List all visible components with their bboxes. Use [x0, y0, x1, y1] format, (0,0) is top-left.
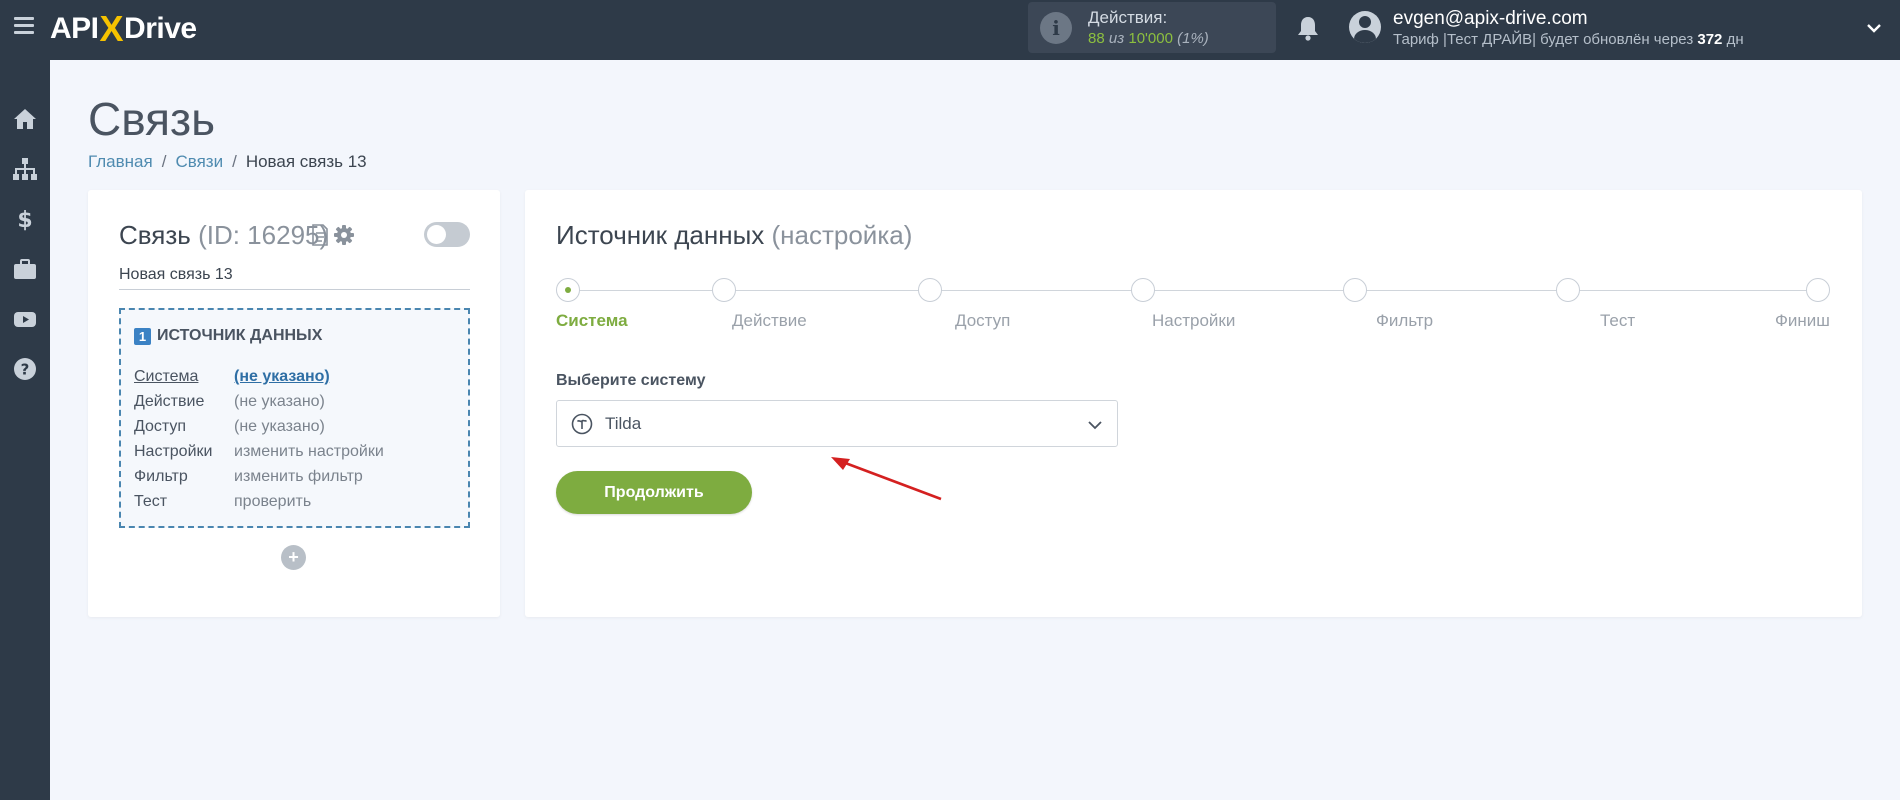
briefcase-icon[interactable] [12, 256, 38, 282]
step-label-finish[interactable]: Финиш [1775, 311, 1830, 331]
step-access[interactable] [918, 278, 942, 302]
toggle-knob [427, 225, 446, 244]
step-label-action[interactable]: Действие [732, 311, 807, 331]
logo-x: X [99, 8, 124, 49]
chevron-down-icon [1088, 421, 1102, 430]
youtube-icon[interactable] [12, 306, 38, 332]
chevron-down-icon[interactable] [1866, 20, 1882, 36]
svg-text:?: ? [21, 361, 30, 379]
step-filter[interactable] [1343, 278, 1367, 302]
info-icon: i [1040, 12, 1072, 44]
summary-key: Настройки [134, 443, 213, 460]
summary-key[interactable]: Система [134, 368, 234, 393]
home-icon[interactable] [12, 106, 38, 132]
step-action[interactable] [712, 278, 736, 302]
stepper-line [568, 290, 1818, 291]
step-label-system[interactable]: Система [556, 311, 628, 331]
annotation-arrow-icon [831, 457, 942, 501]
breadcrumb-current: Новая связь 13 [245, 152, 367, 171]
summary-value: изменить настройки [234, 443, 384, 460]
summary-key: Доступ [134, 418, 187, 435]
add-step-button[interactable]: + [281, 545, 306, 570]
tilda-logo-icon [571, 413, 593, 435]
source-settings-panel: Источник данных (настройка) Система Дейс… [525, 190, 1862, 617]
source-panel-title: Источник данных (настройка) [556, 220, 912, 251]
user-email[interactable]: evgen@apix-drive.com [1393, 8, 1588, 30]
breadcrumb-separator: / [232, 152, 237, 171]
step-number-badge: 1 [134, 327, 151, 345]
breadcrumb-separator: / [161, 152, 167, 171]
plan-days-unit: дн [1726, 31, 1744, 48]
bell-icon[interactable] [1296, 15, 1320, 41]
logo-prefix: API [50, 12, 99, 45]
connection-toggle[interactable] [424, 222, 470, 247]
selected-system: Tilda [605, 414, 642, 433]
help-icon[interactable]: ? [12, 356, 38, 382]
dollar-icon[interactable]: $ [12, 206, 38, 232]
actions-used: 88 [1088, 30, 1105, 47]
page-title: Связь [88, 93, 216, 145]
source-heading-text: ИСТОЧНИК ДАННЫХ [157, 327, 323, 344]
summary-row-settings: Настройки изменить настройки [134, 443, 384, 468]
step-label-test[interactable]: Тест [1600, 311, 1635, 331]
connection-name-field[interactable]: Новая связь 13 [119, 266, 470, 290]
step-test[interactable] [1556, 278, 1580, 302]
breadcrumb-connections[interactable]: Связи [175, 152, 223, 172]
sidebar: $ ? [0, 60, 50, 800]
user-plan: Тариф |Тест ДРАЙВ| будет обновлён через … [1393, 31, 1744, 48]
sitemap-icon[interactable] [12, 156, 38, 182]
source-title-text: Источник данных [556, 220, 765, 250]
step-finish[interactable] [1806, 278, 1830, 302]
source-summary-rows: Система (не указано) Действие (не указан… [134, 368, 384, 518]
summary-key: Тест [134, 493, 168, 510]
menu-icon[interactable] [14, 17, 34, 34]
select-system-label: Выберите систему [556, 372, 706, 389]
summary-value: проверить [234, 493, 312, 510]
summary-row-system: Система (не указано) [134, 368, 384, 393]
plan-days: 372 [1697, 31, 1723, 48]
breadcrumb-home[interactable]: Главная [88, 152, 153, 172]
summary-row-access: Доступ (не указано) [134, 418, 384, 443]
step-label-access[interactable]: Доступ [955, 311, 1010, 331]
summary-key: Действие [134, 393, 205, 410]
logo[interactable]: API X Drive [50, 8, 197, 49]
logo-suffix: Drive [124, 12, 197, 45]
summary-row-action: Действие (не указано) [134, 393, 384, 418]
step-system[interactable] [556, 278, 580, 302]
breadcrumb: Главная / Связи / Новая связь 13 [88, 152, 367, 172]
actions-of: из [1108, 30, 1125, 47]
step-label-settings[interactable]: Настройки [1152, 311, 1235, 331]
summary-value: (не указано) [234, 393, 325, 410]
actions-counter[interactable]: i Действия: 88 из 10'000 (1%) [1028, 2, 1276, 53]
summary-row-test: Тест проверить [134, 493, 384, 518]
actions-label: Действия: [1088, 8, 1168, 27]
source-subtitle: (настройка) [771, 220, 913, 250]
document-icon[interactable] [311, 224, 329, 246]
actions-usage: 88 из 10'000 (1%) [1088, 30, 1209, 47]
avatar[interactable] [1349, 11, 1381, 43]
step-label-filter[interactable]: Фильтр [1376, 311, 1433, 331]
summary-key: Фильтр [134, 468, 188, 485]
gear-icon[interactable] [333, 224, 355, 246]
summary-value: изменить фильтр [234, 468, 363, 485]
summary-value: (не указано) [234, 418, 325, 435]
connection-id: (ID: 16295) [198, 220, 329, 250]
connection-panel: Связь (ID: 16295) Новая связь 13 1 ИСТОЧ… [88, 190, 500, 617]
source-summary-box[interactable]: 1 ИСТОЧНИК ДАННЫХ Система (не указано) Д… [119, 308, 470, 528]
summary-row-filter: Фильтр изменить фильтр [134, 468, 384, 493]
connection-title: Связь (ID: 16295) [119, 220, 328, 251]
source-summary-heading: 1 ИСТОЧНИК ДАННЫХ [134, 327, 322, 345]
step-settings[interactable] [1131, 278, 1155, 302]
actions-percent: (1%) [1177, 30, 1209, 47]
connection-title-text: Связь [119, 220, 191, 250]
svg-text:$: $ [17, 208, 32, 232]
continue-button[interactable]: Продолжить [556, 471, 752, 514]
actions-limit: 10'000 [1128, 30, 1173, 47]
summary-value[interactable]: (не указано) [234, 368, 330, 393]
top-bar: API X Drive i Действия: 88 из 10'000 (1%) … [0, 0, 1900, 60]
plan-text: Тариф |Тест ДРАЙВ| будет обновлён через [1393, 31, 1694, 48]
system-select[interactable]: Tilda [556, 400, 1118, 447]
